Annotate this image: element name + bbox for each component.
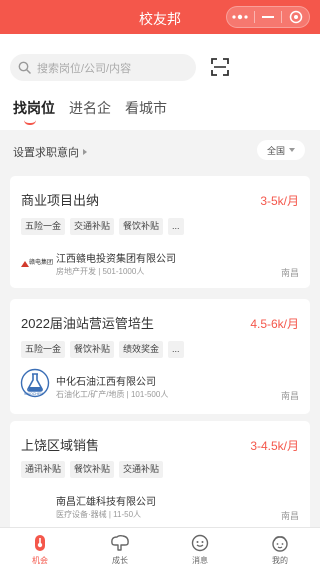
search-placeholder: 搜索岗位/公司/内容 <box>37 62 132 75</box>
bottom-navigation: 机会 成长 消息 我的 <box>0 527 320 569</box>
mini-program-capsule <box>226 6 310 28</box>
benefit-tag: 交通补贴 <box>119 461 164 478</box>
nav-label: 机会 <box>32 556 48 565</box>
job-city: 南昌 <box>280 268 299 278</box>
job-city: 南昌 <box>280 391 299 401</box>
scan-icon[interactable] <box>210 57 230 77</box>
search-input[interactable]: 搜索岗位/公司/内容 <box>10 54 196 81</box>
nav-label: 消息 <box>192 556 208 565</box>
more-icon[interactable] <box>227 7 254 27</box>
benefit-tags: 五险一金 交通补贴 餐饮补贴 ... <box>21 218 189 235</box>
growth-icon <box>110 533 130 553</box>
benefit-tag: 餐饮补贴 <box>70 461 115 478</box>
benefit-tag: 绩效奖金 <box>119 341 164 358</box>
category-tabs: 找岗位 进名企 看城市 <box>13 98 181 125</box>
benefit-tag: 餐饮补贴 <box>119 218 164 235</box>
company-logo-text: 赣电集团 <box>29 260 54 266</box>
benefit-tags: 五险一金 餐饮补贴 绩效奖金 ... <box>21 341 189 358</box>
job-title: 2022届油站营运管培生 <box>21 316 154 331</box>
profile-icon <box>270 533 290 553</box>
benefit-tag-more: ... <box>168 341 184 358</box>
job-title: 上饶区域销售 <box>21 438 100 453</box>
tab-label: 看城市 <box>125 100 167 116</box>
benefit-tag-more: ... <box>168 218 184 235</box>
nav-label: 我的 <box>272 556 288 565</box>
tab-label: 进名企 <box>69 100 111 116</box>
tab-cities[interactable]: 看城市 <box>125 98 167 118</box>
benefit-tags: 通讯补贴 餐饮补贴 交通补贴 <box>21 461 168 478</box>
company-name: 中化石油江西有限公司 <box>56 377 156 388</box>
chevron-down-icon <box>289 148 295 152</box>
job-card[interactable]: 上饶区域销售 3-4.5k/月 通讯补贴 餐饮补贴 交通补贴 南昌汇雄科技有限公… <box>10 421 310 527</box>
company-meta: 医疗设备·器械 | 11-50人 <box>56 510 142 519</box>
company-meta: 房地产开发 | 501-1000人 <box>56 267 145 276</box>
benefit-tag: 餐饮补贴 <box>70 341 115 358</box>
company-logo: 赣电集团 <box>20 256 54 274</box>
opportunity-icon <box>30 533 50 553</box>
job-intent-label: 设置求职意向 <box>13 147 79 159</box>
company-logo: SINOCHEM <box>20 368 50 403</box>
company-logo-text: SINOCHEM <box>24 392 44 396</box>
close-icon[interactable] <box>282 7 309 27</box>
tab-label: 找岗位 <box>13 100 55 116</box>
benefit-tag: 通讯补贴 <box>21 461 66 478</box>
job-salary: 3-4.5k/月 <box>250 439 299 453</box>
job-card[interactable]: 商业项目出纳 3-5k/月 五险一金 交通补贴 餐饮补贴 ... 赣电集团 江西… <box>10 176 310 288</box>
job-salary: 4.5-6k/月 <box>250 317 299 331</box>
tab-top-companies[interactable]: 进名企 <box>69 98 111 118</box>
job-title: 商业项目出纳 <box>21 193 100 208</box>
nav-label: 成长 <box>112 556 128 565</box>
city-dropdown[interactable]: 全国 <box>257 140 305 160</box>
chevron-right-icon <box>83 149 87 155</box>
job-intent-link[interactable]: 设置求职意向 <box>13 144 87 160</box>
benefit-tag: 交通补贴 <box>70 218 115 235</box>
job-salary: 3-5k/月 <box>260 194 299 208</box>
company-name: 江西赣电投资集团有限公司 <box>56 254 176 265</box>
job-card[interactable]: 2022届油站营运管培生 4.5-6k/月 五险一金 餐饮补贴 绩效奖金 ...… <box>10 299 310 414</box>
company-name: 南昌汇雄科技有限公司 <box>56 497 156 508</box>
message-icon <box>190 533 210 553</box>
job-city: 南昌 <box>280 511 299 521</box>
company-meta: 石油化工/矿产/地质 | 101-500人 <box>56 390 169 399</box>
title-bar: 校友邦 <box>0 0 320 34</box>
search-icon <box>18 61 31 74</box>
city-dropdown-value: 全国 <box>266 145 285 156</box>
tab-find-jobs[interactable]: 找岗位 <box>13 98 55 125</box>
benefit-tag: 五险一金 <box>21 218 66 235</box>
nav-item-opportunity[interactable]: 机会 <box>0 528 80 569</box>
nav-item-profile[interactable]: 我的 <box>240 528 320 569</box>
nav-item-messages[interactable]: 消息 <box>160 528 240 569</box>
minimize-icon[interactable] <box>255 7 282 27</box>
nav-item-growth[interactable]: 成长 <box>80 528 160 569</box>
benefit-tag: 五险一金 <box>21 341 66 358</box>
